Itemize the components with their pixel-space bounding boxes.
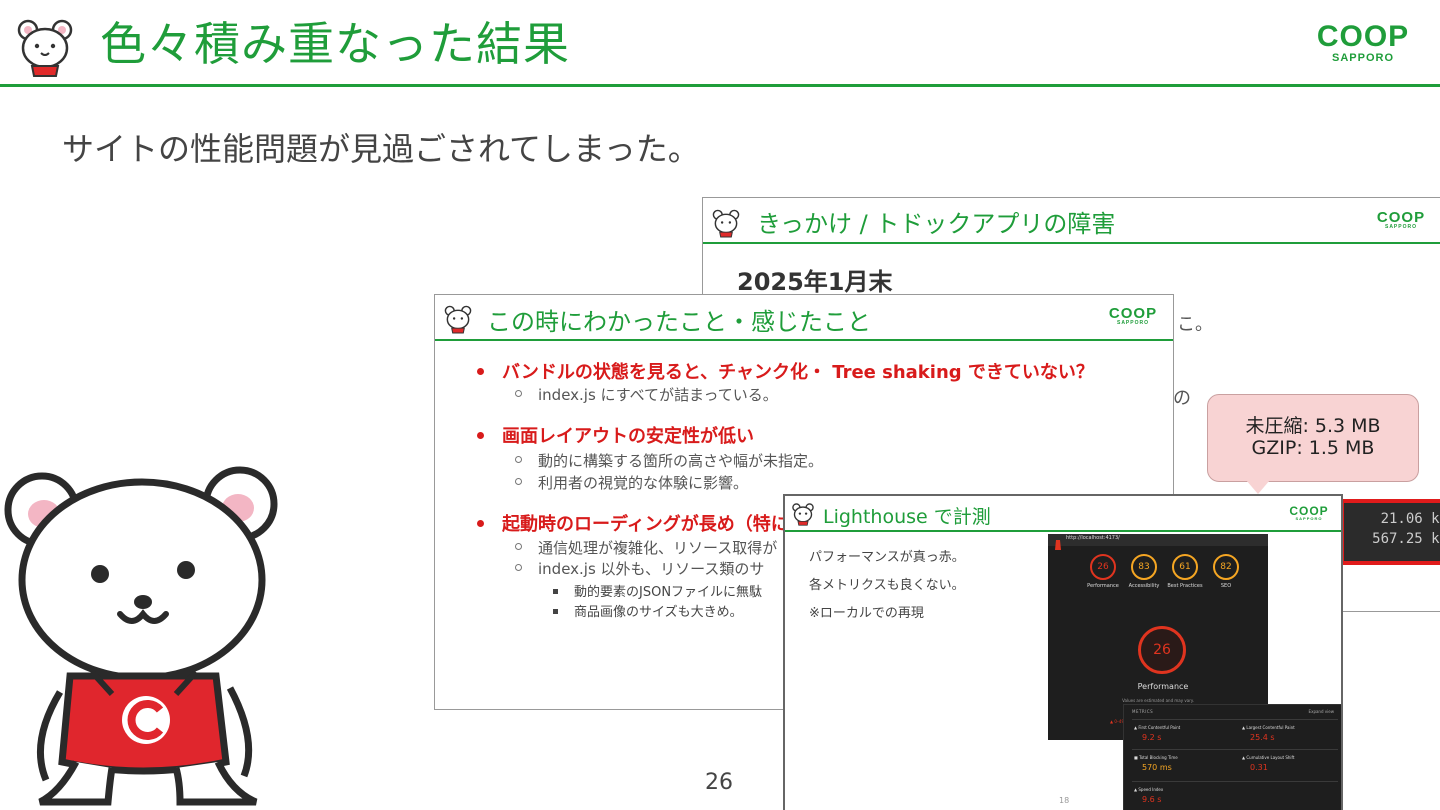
terminal-output: 21.06 kB 567.25 kB xyxy=(1340,499,1440,565)
metrics-panel: METRICS Expand view ▲ First Contentful P… xyxy=(1123,704,1341,810)
slide-title: きっかけ / トドックアプリの障害 xyxy=(757,210,1116,238)
metric-label: ▲ Largest Contentful Paint xyxy=(1242,725,1295,730)
score-legend: ▲ 0–49 xyxy=(1110,719,1124,724)
metric-label: ▲ Cumulative Layout Shift xyxy=(1242,755,1295,760)
score-gauge-best-practices: 61 xyxy=(1172,554,1198,580)
score-label: Accessibility xyxy=(1128,583,1160,589)
score-label: SEO xyxy=(1220,583,1232,589)
sub-bullet: 通信処理が複雑化、リソース取得が xyxy=(515,537,777,558)
coop-logo: COOP SAPPORO xyxy=(1316,20,1410,64)
score-gauge-seo: 82 xyxy=(1213,554,1239,580)
metric-label: ■ Total Blocking Time xyxy=(1134,755,1178,760)
report-note: Values are estimated and may vary. xyxy=(1122,698,1194,703)
score-label: Best Practices xyxy=(1167,583,1203,589)
sub-bullet: index.js にすべてが詰まっている。 xyxy=(515,384,778,405)
page-title: 色々積み重なった結果 xyxy=(100,17,570,71)
score-label: Performance xyxy=(1087,583,1119,589)
performance-label: Performance xyxy=(1137,682,1189,691)
sub-sub-bullet: 動的要素のJSONファイルに無駄 xyxy=(553,581,762,600)
metric-value: 25.4 s xyxy=(1250,733,1275,742)
text-fragment: の xyxy=(1173,388,1191,409)
slide-page-number: 18 xyxy=(1059,796,1070,805)
metric-label: ▲ First Contentful Paint xyxy=(1134,725,1181,730)
slide-title: この時にわかったこと・感じたこと xyxy=(487,308,871,336)
metric-value: 570 ms xyxy=(1142,763,1172,772)
coop-logo: COOP SAPPORO xyxy=(1108,305,1158,326)
bear-icon xyxy=(711,208,741,238)
header-divider xyxy=(0,84,1440,87)
bear-icon xyxy=(443,304,473,334)
sub-bullet: index.js 以外も、リソース類のサ xyxy=(515,558,764,579)
callout-tail xyxy=(1246,480,1270,494)
expand-view-link: Expand view xyxy=(1308,709,1334,714)
score-gauge-accessibility: 83 xyxy=(1131,554,1157,580)
header-bear-icon xyxy=(14,16,76,78)
size-callout: 未圧縮: 5.3 MB GZIP: 1.5 MB xyxy=(1207,394,1419,482)
lighthouse-icon xyxy=(1054,535,1062,550)
bullet-bundle: バンドルの状態を見ると、チャンク化・ Tree shaking できていない？ xyxy=(477,358,1094,384)
text-fragment: こ。 xyxy=(1177,314,1213,335)
report-url: http://localhost:4173/ xyxy=(1066,535,1120,541)
coop-logo: COOP SAPPORO xyxy=(1376,209,1426,230)
divider xyxy=(1132,781,1338,782)
bullet-loading: 起動時のローディングが長め（特に xyxy=(477,510,789,536)
divider xyxy=(1132,749,1338,750)
metric-value: 9.6 s xyxy=(1142,795,1162,804)
metric-value: 0.31 xyxy=(1250,763,1268,772)
metric-value: 9.2 s xyxy=(1142,733,1162,742)
performance-big-gauge: 26 xyxy=(1138,626,1186,674)
score-gauge-performance: 26 xyxy=(1090,554,1116,580)
slide-text: 各メトリクスも良くない。 xyxy=(809,578,965,593)
sub-bullet: 利用者の視覚的な体験に影響。 xyxy=(515,472,748,493)
slide-subtitle: サイトの性能問題が見過ごされてしまった。 xyxy=(62,130,700,168)
metrics-heading: METRICS xyxy=(1132,709,1154,714)
slide-text: ※ローカルでの再現 xyxy=(809,606,924,621)
slide-date: 2025年1月末 xyxy=(737,268,893,296)
sub-bullet: 動的に構築する箇所の高さや幅が未指定。 xyxy=(515,450,823,471)
page-number: 26 xyxy=(705,770,733,795)
bear-mascot-illustration xyxy=(0,462,290,810)
divider xyxy=(1132,719,1338,720)
coop-logo: COOP SAPPORO xyxy=(1289,504,1329,521)
slide-title: Lighthouse で計測 xyxy=(823,506,991,528)
embedded-slide-lighthouse: Lighthouse で計測 COOP SAPPORO パフォーマンスが真っ赤。… xyxy=(783,494,1343,810)
metric-label: ▲ Speed Index xyxy=(1134,787,1164,792)
slide-text: パフォーマンスが真っ赤。 xyxy=(809,550,965,565)
bear-icon xyxy=(791,502,815,526)
bullet-layout: 画面レイアウトの安定性が低い xyxy=(477,422,754,448)
sub-sub-bullet: 商品画像のサイズも大きめ。 xyxy=(553,601,743,620)
